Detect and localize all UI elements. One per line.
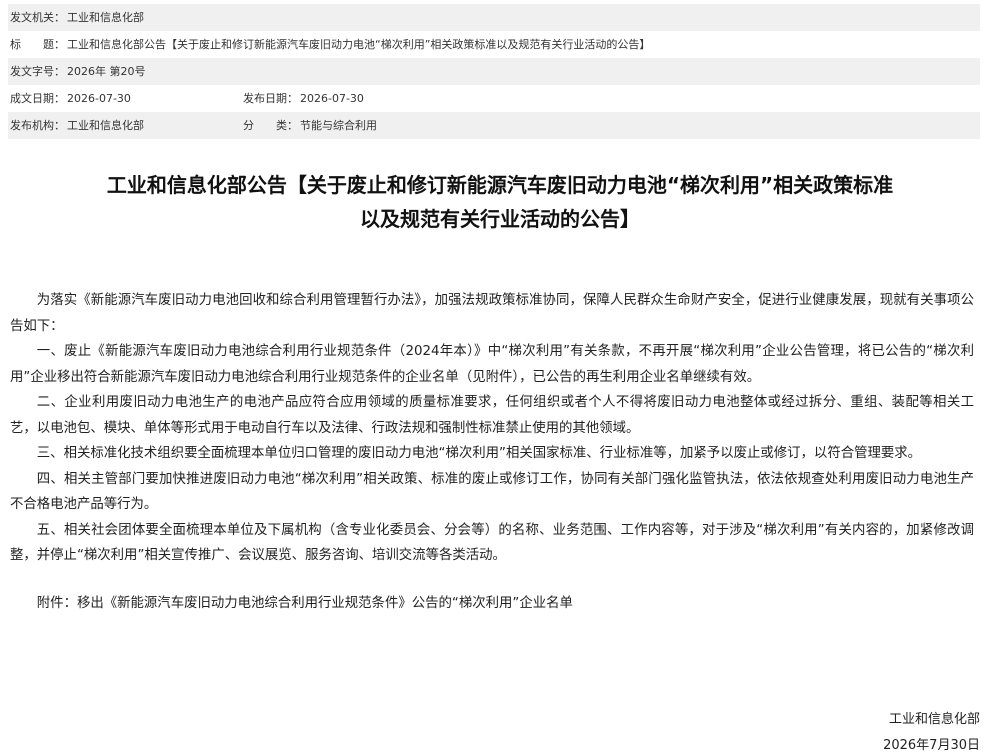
issuer-value: 工业和信息化部 <box>67 11 144 24</box>
paragraph-item-2: 二、企业利用废旧动力电池生产的电池产品应符合应用领域的质量标准要求，任何组织或者… <box>10 395 974 436</box>
meta-row-issuer: 发文机关： 工业和信息化部 <box>8 4 980 31</box>
issuer-label: 发文机关： <box>10 11 65 24</box>
document-body: 为落实《新能源汽车废旧动力电池回收和综合利用管理暂行办法》，加强法规政策标准协同… <box>10 288 974 616</box>
meta-row-dates: 成文日期： 2026-07-30 发布日期： 2026-07-30 <box>8 85 980 112</box>
created-label: 成文日期： <box>10 92 65 105</box>
sign-date: 2026年7月30日 <box>883 738 980 753</box>
created-value: 2026-07-30 <box>67 92 131 105</box>
paragraph-item-4: 四、相关主管部门要加快推进废旧动力电池“梯次利用”相关政策、标准的废止或修订工作… <box>10 471 974 513</box>
doc-no-label: 发文字号： <box>10 65 65 78</box>
category-value: 节能与综合利用 <box>300 119 377 132</box>
published-label: 发布日期： <box>243 92 298 105</box>
meta-row-org: 发布机构： 工业和信息化部 分 类： 节能与综合利用 <box>8 112 980 139</box>
paragraph-item-3: 三、相关标准化技术组织要全面梳理本单位归口管理的废旧动力电池“梯次利用”相关国家… <box>36 446 922 461</box>
title-value: 工业和信息化部公告【关于废止和修订新能源汽车废旧动力电池“梯次利用”相关政策标准… <box>67 38 651 51</box>
attachment-note: 附件：移出《新能源汽车废旧动力电池综合利用行业规范条件》公告的“梯次利用”企业名… <box>36 595 573 611</box>
title-label: 标 题： <box>10 38 65 51</box>
category-label: 分 类： <box>243 119 298 132</box>
document-title-line1: 工业和信息化部公告【关于废止和修订新能源汽车废旧动力电池“梯次利用”相关政策标准 <box>106 173 894 197</box>
signer: 工业和信息化部 <box>888 712 980 727</box>
meta-row-doc-no: 发文字号： 2026年 第20号 <box>8 58 980 85</box>
paragraph-item-1: 一、废止《新能源汽车废旧动力电池综合利用行业规范条件（2024年本）》中“梯次利… <box>10 344 974 385</box>
paragraph-item-5: 五、相关社会团体要全面梳理本单位及下属机构（含专业化委员会、分会等）的名称、业务… <box>10 522 974 564</box>
meta-row-title: 标 题： 工业和信息化部公告【关于废止和修订新能源汽车废旧动力电池“梯次利用”相… <box>8 31 980 58</box>
document-title-line2: 以及规范有关行业活动的公告】 <box>360 207 640 231</box>
published-value: 2026-07-30 <box>300 92 364 105</box>
metadata-table: 发文机关： 工业和信息化部 标 题： 工业和信息化部公告【关于废止和修订新能源汽… <box>8 4 980 139</box>
paragraph-intro: 为落实《新能源汽车废旧动力电池回收和综合利用管理暂行办法》，加强法规政策标准协同… <box>10 293 974 334</box>
org-label: 发布机构： <box>10 119 65 132</box>
doc-no-value: 2026年 第20号 <box>67 65 146 78</box>
org-value: 工业和信息化部 <box>67 119 144 132</box>
document-title: 工业和信息化部公告【关于废止和修订新能源汽车废旧动力电池“梯次利用”相关政策标准… <box>0 168 1000 236</box>
